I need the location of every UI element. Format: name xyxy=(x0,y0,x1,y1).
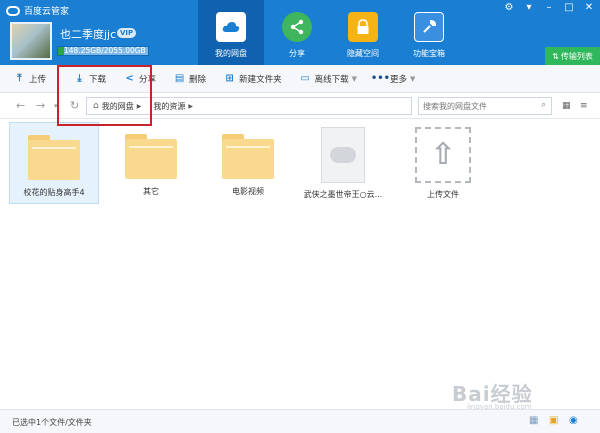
chevron-down-icon: ▼ xyxy=(351,74,357,83)
share-icon xyxy=(282,12,312,42)
upload-arrow-icon: ⇧ xyxy=(415,127,471,183)
app-header: 百度云管家 ⚙ ▾ – □ ✕ 也二季度jjc VIP 148.25GB/205… xyxy=(0,0,600,65)
baidu-cloud-logo-icon xyxy=(6,5,20,16)
upload-label: 上传 xyxy=(29,74,47,85)
grid-view-icon[interactable]: ▦ xyxy=(562,101,572,111)
notification-icon[interactable]: ◉ xyxy=(569,415,581,427)
folder-icon xyxy=(222,134,274,180)
username[interactable]: 也二季度jjc xyxy=(60,26,116,42)
wrench-icon xyxy=(414,12,444,42)
forward-arrow-icon[interactable]: → xyxy=(36,99,45,112)
trash-icon: ▤ xyxy=(174,73,185,84)
vip-badge[interactable]: VIP xyxy=(117,28,137,38)
folder-icon xyxy=(125,134,177,180)
file-name: 武侠之墨世帝王○云... xyxy=(303,190,383,199)
tab-toolbox[interactable]: 功能宝箱 xyxy=(396,0,462,65)
menu-icon[interactable]: ▾ xyxy=(522,2,536,13)
status-icons: ▦ ▣ ◉ xyxy=(529,415,581,427)
chevron-down-icon: ▼ xyxy=(410,74,416,83)
folder-item[interactable]: 电影视频 xyxy=(203,122,293,204)
lock-icon xyxy=(348,12,378,42)
transfer-icon: ⇅ xyxy=(552,51,559,61)
upload-button[interactable]: ⤒ 上传 xyxy=(14,69,46,89)
cloud-file-icon xyxy=(321,127,365,183)
folder-upload-icon[interactable]: ▣ xyxy=(549,415,561,427)
tab-label: 我的网盘 xyxy=(215,49,247,58)
tab-hidden-space[interactable]: 隐藏空间 xyxy=(330,0,396,65)
file-name: 电影视频 xyxy=(232,187,264,196)
folder-item[interactable]: 其它 xyxy=(106,122,196,204)
tab-label: 分享 xyxy=(289,49,305,58)
dots-icon: ••• xyxy=(370,73,391,84)
minimize-icon[interactable]: – xyxy=(542,2,556,13)
offline-download-label: 离线下载 xyxy=(314,74,349,85)
tab-label: 功能宝箱 xyxy=(413,49,445,58)
main-nav: 我的网盘 分享 隐藏空间 功能宝箱 xyxy=(198,0,462,65)
upload-file-item[interactable]: ⇧ 上传文件 xyxy=(398,122,488,204)
search-icon[interactable]: ⌕ xyxy=(541,100,546,110)
status-bar: 已选中1个文件/文件夹 ▦ ▣ ◉ xyxy=(0,409,600,433)
plus-icon: ⊞ xyxy=(225,73,234,84)
app-title-area: 百度云管家 xyxy=(6,4,69,17)
file-area: 校花的贴身高手4 其它 电影视频 武侠之墨世帝王○云... ⇧ 上传文件 xyxy=(0,119,600,409)
file-name: 校花的贴身高手4 xyxy=(23,188,85,197)
status-text: 已选中1个文件/文件夹 xyxy=(12,418,92,427)
folder-item[interactable]: 校花的贴身高手4 xyxy=(9,122,99,204)
gear-icon[interactable]: ⚙ xyxy=(502,2,516,13)
view-toggle: ▦ ≡ xyxy=(562,101,590,111)
breadcrumb-item: 我的资源 xyxy=(153,101,186,111)
file-item[interactable]: 武侠之墨世帝王○云... xyxy=(298,122,388,204)
storage-text: 148.25GB/2055.00GB xyxy=(64,46,146,55)
close-icon[interactable]: ✕ xyxy=(582,2,596,13)
highlight-annotation xyxy=(57,65,152,126)
transfer-label: 传输列表 xyxy=(560,51,593,61)
file-name: 上传文件 xyxy=(427,190,459,199)
tab-label: 隐藏空间 xyxy=(347,49,379,58)
apps-icon[interactable]: ▦ xyxy=(529,415,541,427)
transfer-list-button[interactable]: ⇅ 传输列表 xyxy=(545,47,600,65)
breadcrumb-current[interactable]: 我的资源 ▶ xyxy=(147,101,199,112)
search-input[interactable]: 搜索我的网盘文件 ⌕ xyxy=(418,97,552,115)
offline-download-button[interactable]: ▭ 离线下载 ▼ xyxy=(300,69,357,89)
maximize-icon[interactable]: □ xyxy=(562,2,576,13)
folder-icon xyxy=(28,135,80,181)
more-label: 更多 xyxy=(389,74,407,85)
tab-share[interactable]: 分享 xyxy=(264,0,330,65)
storage-bar: 148.25GB/2055.00GB xyxy=(57,46,149,56)
upload-icon: ⤒ xyxy=(17,73,22,84)
more-button[interactable]: ••• 更多 ▼ xyxy=(370,69,416,89)
avatar[interactable] xyxy=(10,22,52,60)
search-placeholder: 搜索我的网盘文件 xyxy=(423,101,487,111)
offline-icon: ▭ xyxy=(300,73,310,84)
app-title: 百度云管家 xyxy=(24,7,70,17)
window-controls: ⚙ ▾ – □ ✕ xyxy=(502,2,596,13)
chevron-right-icon: ▶ xyxy=(188,102,193,110)
back-arrow-icon[interactable]: ← xyxy=(16,99,25,112)
delete-label: 删除 xyxy=(189,74,207,85)
file-name: 其它 xyxy=(143,187,159,196)
cloud-icon xyxy=(216,12,246,42)
delete-button[interactable]: ▤ 删除 xyxy=(174,69,206,89)
new-folder-label: 新建文件夹 xyxy=(239,74,282,85)
new-folder-button[interactable]: ⊞ 新建文件夹 xyxy=(224,69,282,89)
tab-my-netdisk[interactable]: 我的网盘 xyxy=(198,0,264,65)
sort-icon[interactable]: ≡ xyxy=(580,101,590,111)
